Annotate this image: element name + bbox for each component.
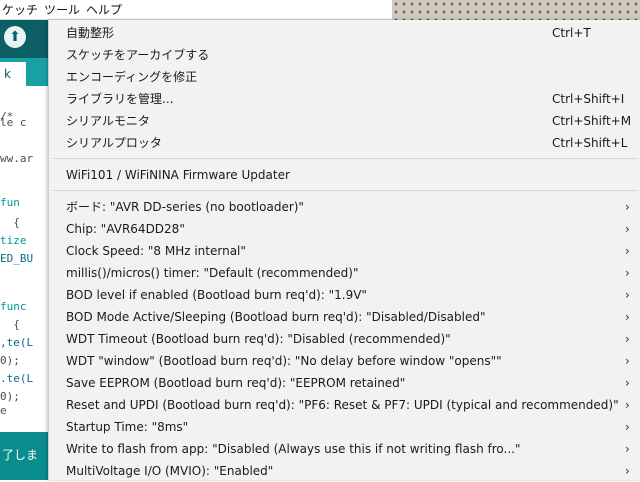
background-pcb-image <box>392 0 640 22</box>
code-line: { <box>0 318 20 331</box>
code-line: ,te(L <box>0 336 34 349</box>
menu-item-label: Save EEPROM (Bootload burn req'd): "EEPR… <box>66 376 406 390</box>
code-line: { <box>0 216 20 229</box>
menu-item-label: BOD Mode Active/Sleeping (Bootload burn … <box>66 310 486 324</box>
code-line: 0); <box>0 390 20 403</box>
code-line: 0); <box>0 354 20 367</box>
menu-item-group3-2[interactable]: Clock Speed: "8 MHz internal" › <box>49 240 640 262</box>
menu-item-label: WDT "window" (Bootload burn req'd): "No … <box>66 354 502 368</box>
tools-dropdown-menu: 自動整形 Ctrl+T スケッチをアーカイブする エンコーディングを修正 ライブラリを管… <box>48 20 640 480</box>
chevron-right-icon: › <box>625 464 630 478</box>
console-status-bar: 了しま <box>0 432 48 480</box>
ide-menubar: ケッチ ツール ヘルプ <box>0 0 392 20</box>
menu-item-group3-1[interactable]: Chip: "AVR64DD28" › <box>49 218 640 240</box>
menubar-help[interactable]: ヘルプ <box>84 1 126 18</box>
menu-item-shortcut: Ctrl+Shift+L <box>552 136 628 150</box>
chevron-right-icon: › <box>625 244 630 258</box>
chevron-right-icon: › <box>625 354 630 368</box>
chevron-right-icon: › <box>625 420 630 434</box>
menu-item-label: Startup Time: "8ms" <box>66 420 189 434</box>
menu-item-label: MultiVoltage I/O (MVIO): "Enabled" <box>66 464 274 478</box>
menu-separator <box>53 158 637 159</box>
menu-item-group1-4[interactable]: シリアルモニタ Ctrl+Shift+M <box>49 110 640 132</box>
menu-item-group1-5[interactable]: シリアルプロッタ Ctrl+Shift+L <box>49 132 640 154</box>
chevron-right-icon: › <box>625 376 630 390</box>
menu-item-group1-3[interactable]: ライブラリを管理... Ctrl+Shift+I <box>49 88 640 110</box>
menu-item-label: ライブラリを管理... <box>66 92 174 106</box>
menu-item-shortcut: Ctrl+Shift+M <box>552 114 632 128</box>
menu-item-group3-4[interactable]: BOD level if enabled (Bootload burn req'… <box>49 284 640 306</box>
code-line: .te(L <box>0 372 34 385</box>
chevron-right-icon: › <box>625 332 630 346</box>
menu-item-label: Write to flash from app: "Disabled (Alwa… <box>66 442 521 456</box>
menu-item-label: WDT Timeout (Bootload burn req'd): "Disa… <box>66 332 451 346</box>
menu-item-group3-9[interactable]: Reset and UPDI (Bootload burn req'd): "P… <box>49 394 640 416</box>
menu-item-label: Reset and UPDI (Bootload burn req'd): "P… <box>66 398 619 412</box>
code-line: tize <box>0 234 27 247</box>
menu-item-group3-3[interactable]: millis()/micros() timer: "Default (recom… <box>49 262 640 284</box>
chevron-right-icon: › <box>625 442 630 456</box>
chevron-right-icon: › <box>625 200 630 214</box>
console-status-text: 了しま <box>2 448 39 462</box>
menu-item-label: ボード: "AVR DD-series (no bootloader)" <box>66 200 304 214</box>
upload-icon[interactable]: ⬆ <box>4 26 26 48</box>
menu-item-group3-5[interactable]: BOD Mode Active/Sleeping (Bootload burn … <box>49 306 640 328</box>
menubar-sketch[interactable]: ケッチ <box>0 1 42 18</box>
menu-item-label: シリアルプロッタ <box>66 136 162 150</box>
menu-item-label: BOD level if enabled (Bootload burn req'… <box>66 288 367 302</box>
code-line: ww.ar <box>0 152 34 165</box>
menu-item-group3-7[interactable]: WDT "window" (Bootload burn req'd): "No … <box>49 350 640 372</box>
menu-item-group1-1[interactable]: スケッチをアーカイブする <box>49 44 640 66</box>
code-editor[interactable]: /* le c ww.ar fun {tize ED_BU func {,te(L 0);.… <box>0 86 48 431</box>
chevron-right-icon: › <box>625 288 630 302</box>
code-line: fun <box>0 196 20 209</box>
code-line: ED_BU <box>0 252 34 265</box>
menu-item-group3-0[interactable]: ボード: "AVR DD-series (no bootloader)" › <box>49 196 640 218</box>
menu-item-group3-10[interactable]: Startup Time: "8ms" › <box>49 416 640 438</box>
code-line: func <box>0 300 27 313</box>
menu-item-label: WiFi101 / WiFiNINA Firmware Updater <box>66 168 290 182</box>
code-line: le c <box>0 116 27 129</box>
ide-toolbar: ⬆ <box>0 20 48 58</box>
menu-item-shortcut: Ctrl+T <box>552 26 591 40</box>
menubar-tools[interactable]: ツール <box>42 1 84 18</box>
menu-item-group3-6[interactable]: WDT Timeout (Bootload burn req'd): "Disa… <box>49 328 640 350</box>
menu-item-group3-11[interactable]: Write to flash from app: "Disabled (Alwa… <box>49 438 640 460</box>
menu-item-group1-0[interactable]: 自動整形 Ctrl+T <box>49 22 640 44</box>
chevron-right-icon: › <box>625 398 630 412</box>
menu-item-label: millis()/micros() timer: "Default (recom… <box>66 266 359 280</box>
sketch-tab[interactable]: k <box>0 62 26 89</box>
chevron-right-icon: › <box>625 310 630 324</box>
menu-item-label: スケッチをアーカイブする <box>66 48 210 62</box>
menu-item-label: Chip: "AVR64DD28" <box>66 222 185 236</box>
menu-item-shortcut: Ctrl+Shift+I <box>552 92 625 106</box>
menu-item-label: 自動整形 <box>66 26 115 40</box>
menu-item-group3-12[interactable]: MultiVoltage I/O (MVIO): "Enabled" › <box>49 460 640 482</box>
chevron-right-icon: › <box>625 222 630 236</box>
menu-item-label: エンコーディングを修正 <box>66 70 198 84</box>
code-line: e <box>0 404 7 417</box>
menu-item-label: シリアルモニタ <box>66 114 150 128</box>
menu-item-group2-0[interactable]: WiFi101 / WiFiNINA Firmware Updater <box>49 164 640 186</box>
chevron-right-icon: › <box>625 266 630 280</box>
menu-item-group1-2[interactable]: エンコーディングを修正 <box>49 66 640 88</box>
menu-item-label: Clock Speed: "8 MHz internal" <box>66 244 246 258</box>
menu-item-group3-8[interactable]: Save EEPROM (Bootload burn req'd): "EEPR… <box>49 372 640 394</box>
menu-separator <box>53 190 637 191</box>
